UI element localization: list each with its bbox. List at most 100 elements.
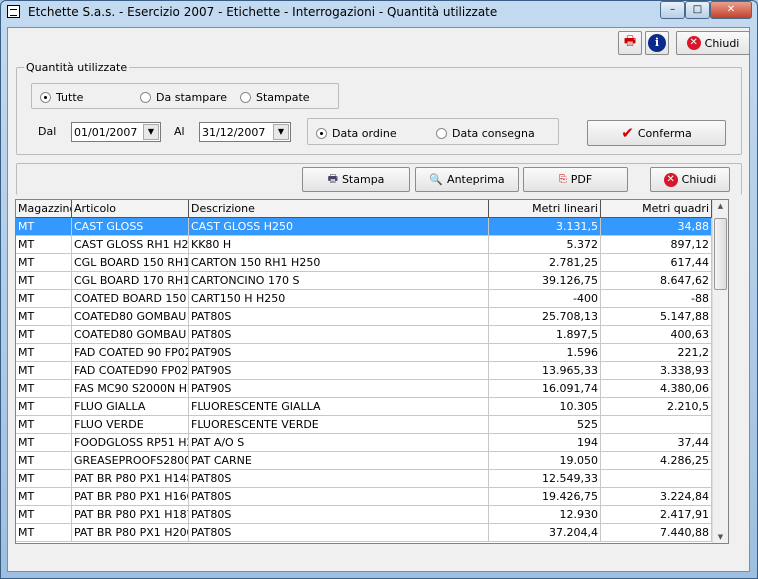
table-row[interactable]: MTFAD COATED 90 FP02 HPAT90S1.596221,2 <box>16 344 712 362</box>
column-header-descrizione[interactable]: Descrizione <box>189 200 489 217</box>
cell-metri-lineari: -400 <box>489 290 601 308</box>
cell-metri-quadri: 37,44 <box>601 434 712 452</box>
maximize-button[interactable]: □ <box>685 1 710 19</box>
cell-magazzino: MT <box>16 326 72 344</box>
confirm-button[interactable]: ✔ Conferma <box>587 120 726 146</box>
cell-articolo: FAD COATED90 FP02 H <box>72 362 189 380</box>
column-header-metri-lineari[interactable]: Metri lineari <box>489 200 601 217</box>
table-header: Magazzino Articolo Descrizione Metri lin… <box>16 200 712 218</box>
radio-dot <box>316 128 327 139</box>
results-table[interactable]: Magazzino Articolo Descrizione Metri lin… <box>15 199 729 544</box>
table-row[interactable]: MT FLUO VERDE FLUORESCENTE VERDE 525 <box>16 416 712 434</box>
radio-label: Da stampare <box>156 91 227 104</box>
radio-data-consegna[interactable]: Data consegna <box>436 127 535 140</box>
magnifier-icon: 🔍 <box>429 173 444 186</box>
table-row[interactable]: MTCOATED80 GOMBAU IP2PAT80S1.897,5400,63 <box>16 326 712 344</box>
cell-magazzino: MT <box>16 470 72 488</box>
table-row[interactable]: MT PAT BR P80 PX1 H166 PAT80S 19.426,75 3.22… <box>16 488 712 506</box>
from-date-combo[interactable]: 01/01/2007 ▼ <box>71 122 161 142</box>
chevron-down-icon[interactable]: ▼ <box>273 124 289 140</box>
table-row[interactable]: MT PAT BR P80 PX1 H200 PAT80S 37.204,4 7.440… <box>16 524 712 542</box>
actions-close-button[interactable]: ✕ Chiudi <box>650 167 730 192</box>
check-icon: ✔ <box>621 124 634 142</box>
system-menu-icon[interactable] <box>7 5 20 18</box>
cell-metri-lineari: 19.426,75 <box>489 488 601 506</box>
print-button[interactable]: 🖶 Stampa <box>302 167 410 192</box>
table-row[interactable]: MT CGL BOARD 170 RH1 CARTONCINO 170 S 39.12… <box>16 272 712 290</box>
pdf-label: PDF <box>570 173 593 186</box>
window-close-button[interactable]: ✕ <box>710 1 752 19</box>
cell-articolo: CAST GLOSS <box>72 218 189 236</box>
to-label: Al <box>174 125 185 138</box>
minimize-button[interactable]: – <box>660 1 685 19</box>
column-header-magazzino[interactable]: Magazzino <box>16 200 72 217</box>
cell-magazzino: MT <box>16 272 72 290</box>
preview-button[interactable]: 🔍 Anteprima <box>415 167 519 192</box>
cell-metri-lineari: 13.965,33 <box>489 362 601 380</box>
table-row[interactable]: MTFOODGLOSS RP51 H200PAT A/O S19437,44 <box>16 434 712 452</box>
cell-metri-lineari: 10.305 <box>489 398 601 416</box>
radio-stampate[interactable]: Stampate <box>240 91 310 104</box>
scroll-up-icon[interactable]: ▲ <box>714 202 727 210</box>
cell-descrizione: PAT CARNE <box>189 452 489 470</box>
cell-magazzino: MT <box>16 236 72 254</box>
cell-descrizione: PAT80S <box>189 308 489 326</box>
table-row[interactable]: MT FLUO GIALLA FLUORESCENTE GIALLA 10.305 2.… <box>16 398 712 416</box>
radio-label: Data consegna <box>452 127 535 140</box>
chevron-down-icon[interactable]: ▼ <box>143 124 159 140</box>
table-row[interactable]: MTGREASEPROOFS2800H2PAT CARNE19.0504.286… <box>16 452 712 470</box>
printer-icon: 🖶 <box>327 172 338 185</box>
print-label: Stampa <box>341 173 385 186</box>
cell-descrizione: PAT80S <box>189 470 489 488</box>
cell-articolo: FLUO VERDE <box>72 416 189 434</box>
cell-metri-quadri: 2.417,91 <box>601 506 712 524</box>
cell-descrizione: PAT80S <box>189 326 489 344</box>
cell-articolo: COATED80 GOMBAU IP2 <box>72 326 189 344</box>
radio-label: Stampate <box>256 91 310 104</box>
cell-descrizione: CART150 H H250 <box>189 290 489 308</box>
table-row[interactable]: MT FAD COATED90 FP02 H PAT90S 13.965,33 3.33… <box>16 362 712 380</box>
cell-descrizione: CAST GLOSS H250 <box>189 218 489 236</box>
top-close-button[interactable]: ✕ Chiudi <box>676 31 750 55</box>
table-row[interactable]: MTFAS MC90 S2000N H250PAT90S16.091,744.3… <box>16 380 712 398</box>
radio-data-ordine[interactable]: Data ordine <box>316 127 397 140</box>
table-row[interactable]: MTCAST GLOSS RH1 H236KK80 H5.372897,12 <box>16 236 712 254</box>
cell-magazzino: MT <box>16 218 72 236</box>
printer-setup-button[interactable]: 🖶 <box>618 31 642 55</box>
cell-articolo: FAS MC90 S2000N H250 <box>72 380 189 398</box>
cell-metri-quadri <box>601 416 712 434</box>
table-row[interactable]: MT CAST GLOSS CAST GLOSS H250 3.131,5 34,88 <box>16 218 712 236</box>
table-row[interactable]: MTCOATED80 GOMBAU IP2PAT80S25.708,135.14… <box>16 308 712 326</box>
table-row[interactable]: MT PAT BR P80 PX1 H148 PAT80S 12.549,33 <box>16 470 712 488</box>
cell-magazzino: MT <box>16 362 72 380</box>
cell-metri-lineari: 12.549,33 <box>489 470 601 488</box>
cell-metri-quadri: 221,2 <box>601 344 712 362</box>
table-row[interactable]: MT PAT BR P80 PX1 H187 PAT80S 12.930 2.417,9… <box>16 506 712 524</box>
pdf-button[interactable]: ⎘ PDF <box>523 167 628 192</box>
info-button[interactable]: i <box>645 31 669 55</box>
vertical-scrollbar[interactable]: ▲ ▼ <box>712 200 728 543</box>
cell-metri-lineari: 19.050 <box>489 452 601 470</box>
column-header-articolo[interactable]: Articolo <box>72 200 189 217</box>
printer-icon: 🖶 <box>623 34 637 49</box>
cell-descrizione: CARTON 150 RH1 H250 <box>189 254 489 272</box>
column-header-metri-quadri[interactable]: Metri quadri <box>601 200 712 217</box>
scroll-down-icon[interactable]: ▼ <box>714 533 727 541</box>
close-label: Chiudi <box>681 173 717 186</box>
to-date-combo[interactable]: 31/12/2007 ▼ <box>199 122 291 142</box>
radio-tutte[interactable]: Tutte <box>40 91 83 104</box>
table-row[interactable]: MTCOATED BOARD 150 RH1CART150 H H250-400… <box>16 290 712 308</box>
cell-descrizione: KK80 H <box>189 236 489 254</box>
cell-magazzino: MT <box>16 398 72 416</box>
from-label: Dal <box>38 125 57 138</box>
cell-metri-lineari: 37.204,4 <box>489 524 601 542</box>
cell-metri-lineari: 194 <box>489 434 601 452</box>
cell-descrizione: PAT80S <box>189 524 489 542</box>
radio-da-stampare[interactable]: Da stampare <box>140 91 227 104</box>
scroll-thumb[interactable] <box>714 218 727 290</box>
cell-magazzino: MT <box>16 254 72 272</box>
cell-metri-quadri: 4.286,25 <box>601 452 712 470</box>
table-row[interactable]: MTCGL BOARD 150 RH1 H250CARTON 150 RH1 H… <box>16 254 712 272</box>
cell-articolo: CGL BOARD 170 RH1 <box>72 272 189 290</box>
cell-magazzino: MT <box>16 416 72 434</box>
